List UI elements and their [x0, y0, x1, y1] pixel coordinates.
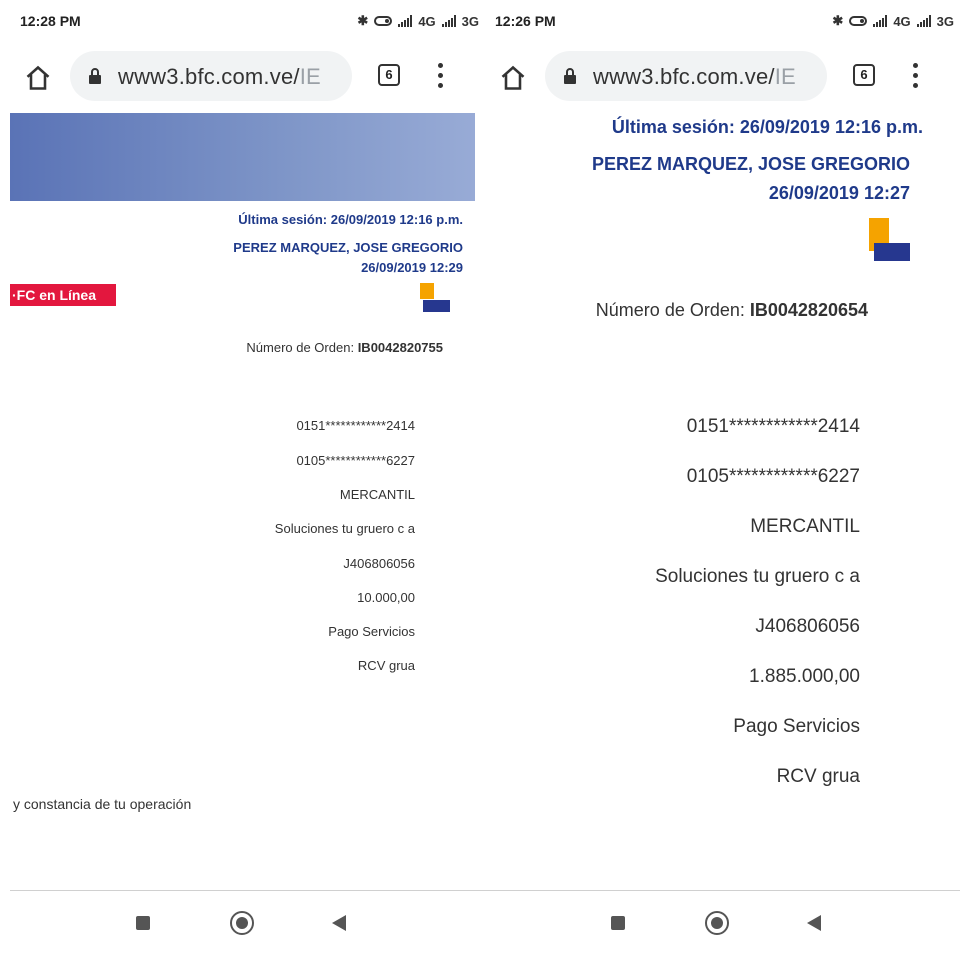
home-icon[interactable] [24, 64, 52, 92]
payment-description: RCV grua [776, 766, 860, 787]
signal-icon-2 [916, 15, 931, 27]
data-saver-icon [849, 16, 868, 26]
network-3g-label: 3G [461, 13, 479, 29]
bluetooth-icon: ✱ [357, 13, 369, 28]
address-bar[interactable]: www3.bfc.com.ve/IE [70, 51, 352, 101]
order-number-row: Número de Orden: IB0042820654 [596, 300, 868, 321]
android-nav-bar [485, 890, 960, 960]
user-name: PEREZ MARQUEZ, JOSE GREGORIO [591, 154, 910, 174]
tab-switcher-button[interactable]: 6 [378, 64, 400, 86]
more-menu-icon[interactable] [913, 63, 919, 89]
lock-icon [564, 68, 576, 84]
android-nav-bar [10, 890, 485, 960]
left-screenshot: 12:28 PM ✱ 4G 3G www3.bfc.com.ve/IE 6 Úl… [10, 0, 485, 960]
destination-account: 0105************6227 [296, 453, 415, 468]
bfc-en-linea-tab[interactable]: ·FC en Línea [10, 284, 116, 306]
last-session: Última sesión: 26/09/2019 12:16 p.m. [611, 117, 923, 137]
destination-account: 0105************6227 [686, 466, 860, 487]
status-time: 12:26 PM [495, 13, 556, 29]
amount: 10.000,00 [357, 590, 415, 605]
recents-icon[interactable] [136, 916, 150, 930]
browser-toolbar: www3.bfc.com.ve/IE 6 [10, 48, 485, 104]
network-4g-label: 4G [893, 13, 911, 29]
order-label: Número de Orden: [246, 340, 355, 355]
lock-icon [89, 68, 101, 84]
status-icons: ✱ 4G 3G [832, 13, 954, 29]
home-icon[interactable] [499, 64, 527, 92]
status-bar: 12:28 PM ✱ 4G 3G [10, 0, 485, 44]
network-3g-label: 3G [936, 13, 954, 29]
beneficiary-name: Soluciones tu gruero c a [274, 521, 415, 536]
address-bar[interactable]: www3.bfc.com.ve/IE [545, 51, 827, 101]
more-menu-icon[interactable] [438, 63, 444, 89]
status-time: 12:28 PM [20, 13, 81, 29]
header-banner [10, 113, 475, 201]
beneficiary-id: J406806056 [755, 616, 860, 637]
status-bar: 12:26 PM ✱ 4G 3G [485, 0, 960, 44]
browser-toolbar: www3.bfc.com.ve/IE 6 [485, 48, 960, 104]
payment-description: RCV grua [357, 658, 415, 673]
network-4g-label: 4G [418, 13, 436, 29]
signal-icon [873, 15, 888, 27]
session-timestamp: 26/09/2019 12:27 [768, 183, 910, 203]
origin-account: 0151************2414 [296, 418, 415, 433]
bfc-logo-blue [423, 300, 450, 312]
session-timestamp: 26/09/2019 12:29 [361, 260, 463, 275]
status-icons: ✱ 4G 3G [357, 13, 479, 29]
home-nav-icon[interactable] [705, 911, 729, 935]
signal-icon-2 [441, 15, 456, 27]
back-icon[interactable] [807, 915, 821, 931]
url-text: www3.bfc.com.ve/IE [593, 64, 796, 89]
payment-concept: Pago Servicios [328, 624, 415, 639]
last-session: Última sesión: 26/09/2019 12:16 p.m. [238, 212, 463, 227]
tab-switcher-button[interactable]: 6 [853, 64, 875, 86]
signal-icon [398, 15, 413, 27]
bfc-logo-icon [420, 283, 434, 299]
order-number: IB0042820654 [749, 300, 868, 320]
beneficiary-id: J406806056 [343, 556, 415, 571]
origin-account: 0151************2414 [686, 416, 860, 437]
bfc-logo-blue [874, 243, 910, 261]
url-text: www3.bfc.com.ve/IE [118, 64, 321, 89]
order-number: IB0042820755 [357, 340, 443, 355]
payment-concept: Pago Servicios [733, 716, 860, 737]
bank-name: MERCANTIL [339, 487, 415, 502]
footer-text: y constancia de tu operación [13, 796, 192, 812]
order-label: Número de Orden: [595, 300, 745, 320]
back-icon[interactable] [332, 915, 346, 931]
home-nav-icon[interactable] [230, 911, 254, 935]
right-screenshot: 12:26 PM ✱ 4G 3G www3.bfc.com.ve/IE 6 Úl… [485, 0, 960, 960]
user-name: PEREZ MARQUEZ, JOSE GREGORIO [233, 240, 463, 255]
beneficiary-name: Soluciones tu gruero c a [655, 566, 860, 587]
order-number-row: Número de Orden: IB0042820755 [246, 340, 443, 355]
recents-icon[interactable] [611, 916, 625, 930]
bluetooth-icon: ✱ [832, 13, 844, 28]
amount: 1.885.000,00 [749, 666, 860, 687]
bank-name: MERCANTIL [750, 516, 860, 537]
data-saver-icon [374, 16, 393, 26]
